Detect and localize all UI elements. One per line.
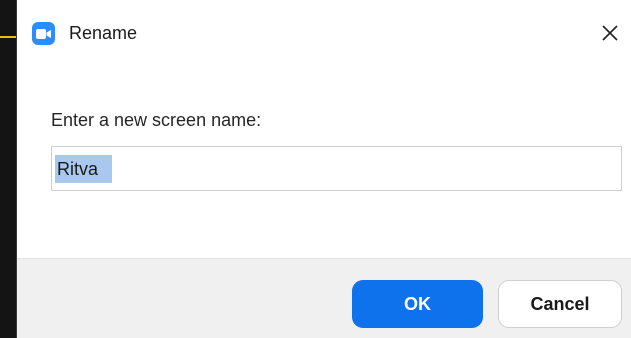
- dialog-title: Rename: [69, 23, 138, 43]
- dialog-footer: OK Cancel: [17, 258, 631, 338]
- screen-name-label: Enter a new screen name:: [51, 110, 262, 130]
- cancel-button[interactable]: Cancel: [498, 280, 622, 328]
- rename-dialog: Rename Enter a new screen name: Ritva OK…: [16, 0, 631, 338]
- background-window: [0, 0, 16, 338]
- ok-button[interactable]: OK: [352, 280, 483, 328]
- background-accent-line: [0, 36, 16, 38]
- dialog-titlebar: Rename: [17, 0, 631, 66]
- video-camera-icon: [32, 22, 55, 45]
- screen-name-input[interactable]: Ritva: [51, 146, 622, 191]
- close-button[interactable]: [595, 18, 625, 48]
- close-icon: [602, 25, 618, 41]
- screen-name-value: Ritva: [55, 155, 113, 183]
